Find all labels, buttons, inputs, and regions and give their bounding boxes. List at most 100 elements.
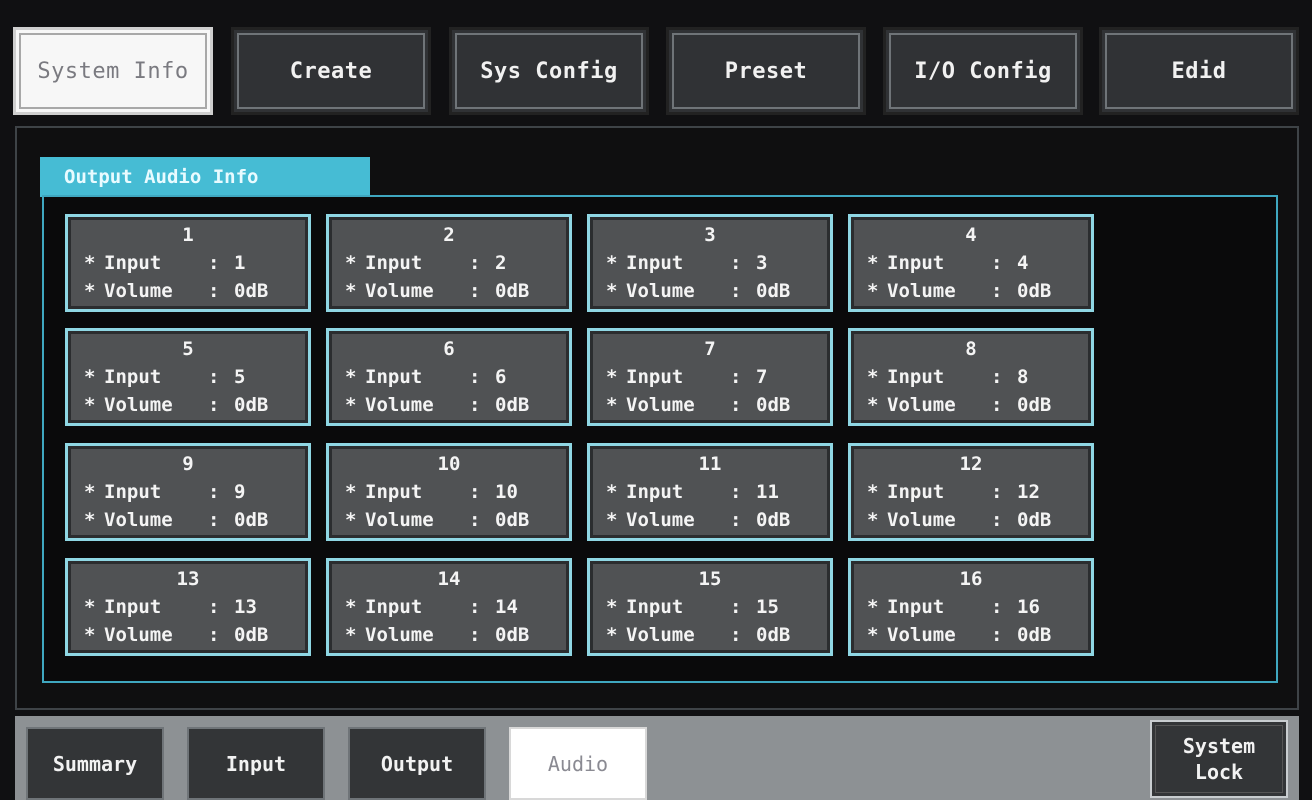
bullet-icon: * (345, 366, 357, 388)
separator: : (991, 280, 1003, 302)
input-row: * Input:12 (867, 480, 1077, 504)
volume-value: 0dB (234, 509, 269, 531)
channel-number: 16 (959, 568, 983, 590)
separator: : (469, 252, 481, 274)
volume-row: * Volume:0dB (606, 508, 816, 532)
channel-card[interactable]: 7 * Input:7 * Volume:0dB (587, 328, 833, 426)
volume-label: Volume (887, 624, 956, 646)
volume-label: Volume (626, 394, 695, 416)
bullet-icon: * (867, 481, 879, 503)
input-value: 9 (234, 481, 246, 503)
separator: : (730, 624, 742, 646)
channel-card[interactable]: 11 * Input:11 * Volume:0dB (587, 443, 833, 541)
input-value: 4 (1017, 252, 1029, 274)
channel-number: 2 (443, 224, 455, 246)
volume-label: Volume (104, 624, 173, 646)
system-lock-label-line2: Lock (1194, 760, 1244, 784)
channel-card[interactable]: 6 * Input:6 * Volume:0dB (326, 328, 572, 426)
separator: : (991, 481, 1003, 503)
volume-value: 0dB (756, 509, 791, 531)
channel-card[interactable]: 14 * Input:14 * Volume:0dB (326, 558, 572, 656)
volume-value: 0dB (1017, 280, 1052, 302)
volume-row: * Volume:0dB (606, 393, 816, 417)
bullet-icon: * (606, 252, 618, 274)
input-label: Input (887, 366, 945, 388)
separator: : (730, 280, 742, 302)
channel-card[interactable]: 5 * Input:5 * Volume:0dB (65, 328, 311, 426)
volume-value: 0dB (495, 280, 530, 302)
separator: : (730, 366, 742, 388)
volume-row: * Volume:0dB (84, 623, 294, 647)
channel-card[interactable]: 1 * Input:1 * Volume:0dB (65, 214, 311, 312)
channel-card[interactable]: 10 * Input:10 * Volume:0dB (326, 443, 572, 541)
input-row: * Input:15 (606, 595, 816, 619)
channel-card[interactable]: 13 * Input:13 * Volume:0dB (65, 558, 311, 656)
channel-card[interactable]: 16 * Input:16 * Volume:0dB (848, 558, 1094, 656)
volume-value: 0dB (234, 280, 269, 302)
separator: : (730, 509, 742, 531)
volume-row: * Volume:0dB (345, 279, 555, 303)
tab-create[interactable]: Create (231, 27, 431, 115)
channel-card[interactable]: 8 * Input:8 * Volume:0dB (848, 328, 1094, 426)
channel-card[interactable]: 15 * Input:15 * Volume:0dB (587, 558, 833, 656)
separator: : (469, 394, 481, 416)
separator: : (730, 596, 742, 618)
tab-audio[interactable]: Audio (509, 727, 647, 800)
input-row: * Input:3 (606, 251, 816, 275)
volume-row: * Volume:0dB (867, 623, 1077, 647)
volume-value: 0dB (495, 509, 530, 531)
bullet-icon: * (84, 624, 96, 646)
volume-label: Volume (626, 280, 695, 302)
input-label: Input (626, 596, 684, 618)
separator: : (730, 394, 742, 416)
bullet-icon: * (84, 481, 96, 503)
bullet-icon: * (606, 509, 618, 531)
input-label: Input (626, 481, 684, 503)
channel-card[interactable]: 3 * Input:3 * Volume:0dB (587, 214, 833, 312)
tab-summary[interactable]: Summary (26, 727, 164, 800)
system-lock-button[interactable]: System Lock (1150, 720, 1288, 798)
separator: : (991, 596, 1003, 618)
separator: : (730, 481, 742, 503)
bullet-icon: * (606, 366, 618, 388)
channel-card[interactable]: 12 * Input:12 * Volume:0dB (848, 443, 1094, 541)
bullet-icon: * (84, 394, 96, 416)
tab-sys-config[interactable]: Sys Config (449, 27, 649, 115)
tab-io-config[interactable]: I/O Config (883, 27, 1083, 115)
channel-card[interactable]: 4 * Input:4 * Volume:0dB (848, 214, 1094, 312)
tab-input[interactable]: Input (187, 727, 325, 800)
bullet-icon: * (867, 394, 879, 416)
volume-label: Volume (104, 280, 173, 302)
bullet-icon: * (606, 596, 618, 618)
channel-card[interactable]: 9 * Input:9 * Volume:0dB (65, 443, 311, 541)
bullet-icon: * (867, 596, 879, 618)
bullet-icon: * (345, 509, 357, 531)
input-value: 7 (756, 366, 768, 388)
bullet-icon: * (345, 481, 357, 503)
bullet-icon: * (606, 280, 618, 302)
bullet-icon: * (345, 252, 357, 274)
volume-label: Volume (365, 509, 434, 531)
tab-output[interactable]: Output (348, 727, 486, 800)
input-row: * Input:16 (867, 595, 1077, 619)
bullet-icon: * (867, 624, 879, 646)
separator: : (208, 624, 220, 646)
tab-preset[interactable]: Preset (666, 27, 866, 115)
separator: : (208, 366, 220, 388)
input-label: Input (104, 366, 162, 388)
volume-value: 0dB (756, 280, 791, 302)
channel-number: 15 (698, 568, 722, 590)
input-label: Input (104, 481, 162, 503)
volume-label: Volume (626, 624, 695, 646)
channel-card[interactable]: 2 * Input:2 * Volume:0dB (326, 214, 572, 312)
input-row: * Input:13 (84, 595, 294, 619)
bullet-icon: * (345, 280, 357, 302)
volume-value: 0dB (234, 394, 269, 416)
tab-system-info[interactable]: System Info (13, 27, 213, 115)
touch-panel-screen: System Info Create Sys Config Preset I/O… (0, 0, 1312, 800)
tab-edid[interactable]: Edid (1099, 27, 1299, 115)
bullet-icon: * (345, 596, 357, 618)
system-lock-label-line1: System (1182, 734, 1256, 758)
volume-row: * Volume:0dB (345, 623, 555, 647)
input-row: * Input:11 (606, 480, 816, 504)
